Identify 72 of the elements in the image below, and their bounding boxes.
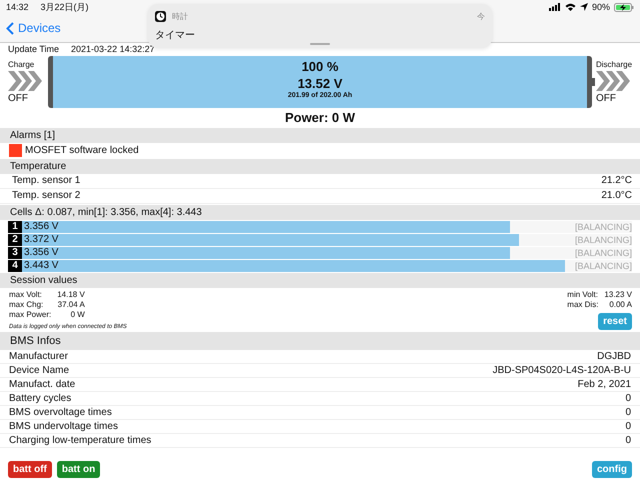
charge-percent: 100 % (302, 58, 338, 75)
info-name: BMS undervoltage times (9, 420, 118, 433)
cell-voltage: 3.372 V (24, 234, 58, 246)
info-value: 0 (625, 420, 631, 433)
sensor-value: 21.0°C (601, 189, 632, 203)
clock-icon (155, 11, 166, 22)
update-time-label: Update Time (8, 44, 60, 54)
location-icon (580, 3, 588, 11)
cell-voltage: 3.356 V (24, 247, 58, 259)
info-name: Manufacturer (9, 350, 68, 363)
session-value: 37.04 A (57, 300, 85, 309)
session-label: max Dis: (567, 300, 598, 309)
balancing-status: [BALANCING] (574, 234, 632, 246)
notification-time: 今 (477, 11, 485, 22)
info-value: JBD-SP04S020-L4S-120A-B-U (492, 364, 631, 377)
cell-voltage: 3.356 V (24, 221, 58, 233)
section-header: Session values (0, 273, 640, 288)
back-button[interactable]: Devices (6, 21, 61, 35)
info-name: BMS overvoltage times (9, 406, 112, 419)
notification-app: 時計 (172, 11, 188, 22)
discharge-label: Discharge (596, 60, 632, 69)
info-name: Charging low-temperature times (9, 434, 152, 447)
info-value: Feb 2, 2021 (578, 378, 631, 391)
action-button[interactable]: batt off (8, 460, 52, 478)
sensor-name: Temp. sensor 1 (12, 174, 80, 188)
info-name: Battery cycles (9, 392, 72, 405)
info-name: Device Name (9, 364, 70, 377)
balancing-status: [BALANCING] (574, 260, 632, 272)
cell-index: 1 (8, 221, 22, 233)
sensor-name: Temp. sensor 2 (12, 189, 80, 203)
session-value: 0 W (70, 310, 85, 319)
cell-index: 2 (8, 234, 22, 246)
cell-index: 3 (8, 247, 22, 259)
wifi-icon (564, 3, 576, 11)
session-value: 14.18 V (57, 290, 85, 299)
info-value: DGJBD (597, 350, 631, 363)
action-button[interactable]: config (592, 460, 632, 478)
session-label: max Power: (9, 310, 52, 319)
battery-charging-icon (614, 2, 634, 12)
session-label: min Volt: (567, 290, 598, 299)
grabber-handle[interactable] (310, 43, 330, 45)
section-header: BMS Infos (0, 332, 640, 350)
section-header: Cells Δ: 0.087, min[1]: 3.356, max[4]: 3.443 (0, 205, 640, 220)
session-value: 0.00 A (608, 300, 632, 309)
charge-label: Charge (8, 60, 36, 69)
balancing-status: [BALANCING] (574, 247, 632, 259)
alarm-text: MOSFET software locked (25, 145, 139, 156)
session-label: max Chg: (9, 300, 44, 309)
info-name: Manufact. date (9, 378, 76, 391)
status-time: 14:32 (6, 2, 29, 12)
signal-icon (548, 3, 561, 11)
discharge-state: OFF (596, 93, 617, 104)
session-value: 13.23 V (604, 290, 632, 299)
balancing-status: [BALANCING] (574, 221, 632, 233)
reset-button[interactable]: reset (598, 313, 632, 330)
cell-voltage: 3.443 V (24, 260, 58, 272)
session-label: max Volt: (9, 290, 43, 299)
charge-state: OFF (8, 93, 29, 104)
battery-percent: 90% (592, 2, 610, 12)
power-text: Power: 0 W (284, 109, 356, 127)
notification-message: タイマー (155, 29, 196, 42)
chevron-left-icon (6, 22, 14, 34)
info-value: 0 (625, 406, 631, 419)
section-header: Temperature (0, 159, 640, 174)
pack-voltage: 13.52 V (298, 75, 342, 92)
section-header: Alarms [1] (0, 128, 640, 143)
sensor-value: 21.2°C (601, 174, 632, 188)
info-value: 0 (625, 434, 631, 447)
info-value: 0 (625, 392, 631, 405)
status-date: 3月22日(月) (40, 0, 89, 14)
cell-index: 4 (8, 260, 22, 272)
action-button[interactable]: batt on (56, 460, 100, 478)
